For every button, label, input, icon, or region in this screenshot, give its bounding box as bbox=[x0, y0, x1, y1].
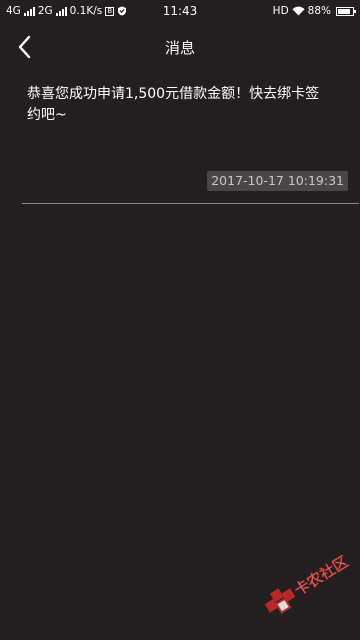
kanong-logo-icon: 卡农社区 bbox=[264, 552, 352, 614]
status-right: HD 88% bbox=[272, 5, 356, 17]
message-timestamp: 2017-10-17 10:19:31 bbox=[207, 171, 348, 191]
app-header: 消息 bbox=[0, 24, 360, 70]
battery-percent: 88% bbox=[307, 5, 331, 17]
battery-fill bbox=[338, 8, 350, 14]
watermark-text: 卡农社区 bbox=[291, 552, 351, 599]
page-title: 消息 bbox=[164, 39, 195, 57]
status-bar: 4G 2G 0.1K/s B 11:43 HD 88% bbox=[0, 0, 360, 24]
hd-indicator: HD bbox=[272, 5, 289, 17]
watermark-logo: 卡农社区 bbox=[258, 548, 358, 618]
wifi-icon bbox=[292, 6, 305, 16]
battery-icon bbox=[336, 6, 356, 16]
message-text: 恭喜您成功申请1,500元借款金额！快去绑卡签约吧~ bbox=[27, 86, 320, 123]
divider bbox=[22, 203, 359, 204]
